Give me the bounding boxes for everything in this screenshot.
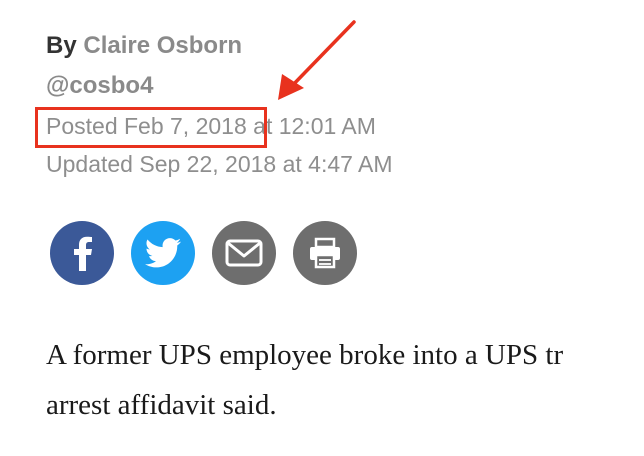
byline: By Claire Osborn — [46, 28, 242, 64]
article-body: A former UPS employee broke into a UPS t… — [46, 330, 644, 430]
updated-date: Updated Sep 22, 2018 at 4:47 AM — [46, 151, 393, 177]
facebook-share-button[interactable] — [50, 221, 114, 285]
print-button[interactable] — [293, 221, 357, 285]
article-line: A former UPS employee broke into a UPS t… — [46, 339, 564, 371]
twitter-share-button[interactable] — [131, 221, 195, 285]
annotation-arrow-icon — [278, 20, 356, 100]
author-handle[interactable]: @cosbo4 — [46, 68, 153, 104]
email-share-button[interactable] — [212, 221, 276, 285]
annotation-highlight-box — [35, 107, 267, 148]
byline-prefix: By — [46, 32, 77, 59]
envelope-icon — [225, 239, 263, 267]
article-line: arrest affidavit said. — [46, 389, 277, 421]
author-link[interactable]: Claire Osborn — [83, 32, 242, 59]
twitter-icon — [145, 238, 181, 268]
facebook-icon — [74, 236, 92, 271]
printer-icon — [310, 237, 340, 269]
